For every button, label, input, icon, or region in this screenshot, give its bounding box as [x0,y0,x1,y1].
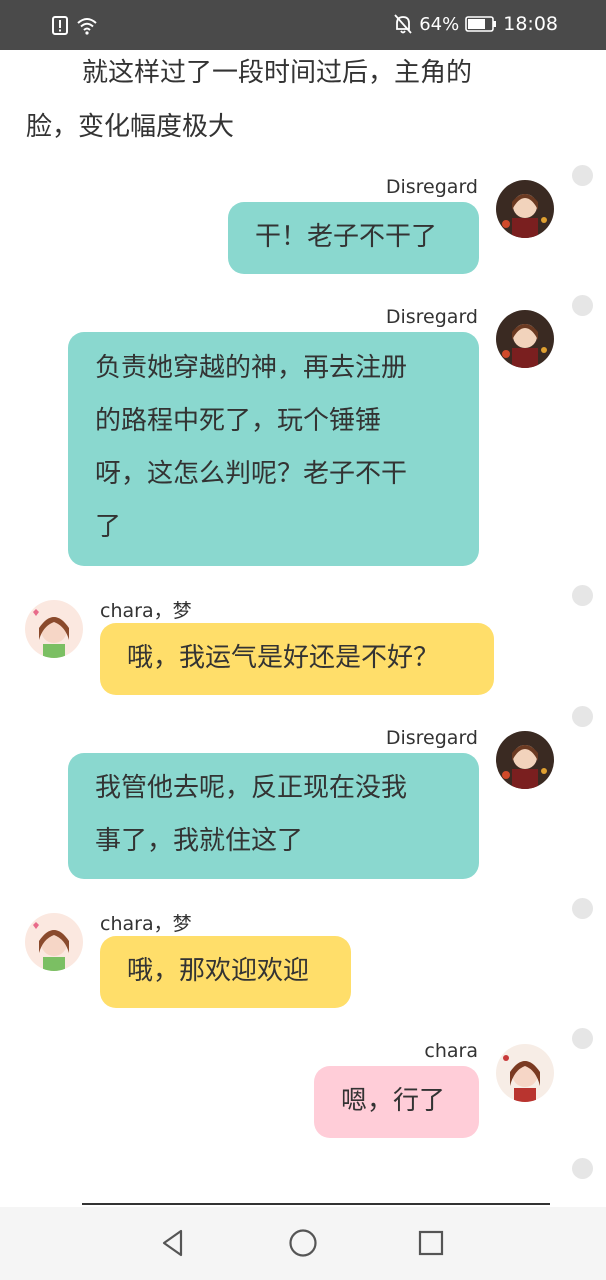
narration-line-1: 就这样过了一段时间过后，主角的 [82,58,473,88]
status-right: 64% 18:08 [393,13,558,35]
avatar-disregard[interactable] [496,180,554,238]
battery-icon [465,16,497,32]
message-bubble[interactable]: 嗯，行了 [314,1066,479,1138]
mute-bell-icon [394,14,412,34]
sender-name: chara [424,1040,478,1062]
select-dot[interactable] [572,295,593,316]
select-dot[interactable] [572,585,593,606]
back-button[interactable] [157,1227,189,1259]
message-row: chara 嗯，行了 [0,1028,606,1144]
message-row: Disregard 我管他去呢，反正现在没我 事了，我就住这了 [0,706,606,886]
clock: 18:08 [503,13,558,35]
avatar-disregard[interactable] [496,731,554,789]
select-dot[interactable] [572,1028,593,1049]
battery-percent: 64% [419,13,460,35]
message-bubble[interactable]: 哦，我运气是好还是不好？ [100,623,494,695]
recents-button[interactable] [415,1227,447,1259]
recents-icon [418,1230,444,1256]
message-bubble[interactable]: 干！老子不干了 [228,202,479,274]
sender-name: Disregard [385,727,478,749]
sender-name: chara，梦 [100,600,192,622]
narration-line-2: 脸，变化幅度极大 [26,112,235,142]
navigation-bar [0,1207,606,1280]
select-dot[interactable] [572,165,593,186]
sender-name: chara，梦 [100,913,192,935]
message-row: Disregard 负责她穿越的神，再去注册 的路程中死了，玩个锤锤 呀，这怎么… [0,295,606,570]
message-row: chara，梦 哦，我运气是好还是不好？ [0,585,606,700]
select-dot[interactable] [572,1158,593,1179]
message-bubble[interactable]: 我管他去呢，反正现在没我 事了，我就住这了 [68,753,479,879]
alert-icon [52,16,68,35]
home-icon [289,1229,317,1257]
divider [82,1203,550,1205]
wifi-icon [77,18,97,35]
avatar-chara[interactable] [496,1044,554,1102]
avatar-disregard[interactable] [496,310,554,368]
home-button[interactable] [287,1227,319,1259]
select-dot[interactable] [572,898,593,919]
narration-text: 就这样过了一段时间过后，主角的 脸，变化幅度极大 [26,46,566,154]
message-bubble[interactable]: 负责她穿越的神，再去注册 的路程中死了，玩个锤锤 呀，这怎么判呢？老子不干 了 [68,332,479,566]
message-bubble[interactable]: 哦，那欢迎欢迎 [100,936,351,1008]
avatar-chara[interactable] [25,913,83,971]
status-bar: 64% 18:08 [0,0,606,50]
sender-name: Disregard [385,306,478,328]
status-left [50,14,98,36]
back-icon [162,1229,183,1257]
select-dot[interactable] [572,706,593,727]
sender-name: Disregard [385,176,478,198]
message-row: Disregard 干！老子不干了 [0,165,606,280]
message-row: chara，梦 哦，那欢迎欢迎 [0,898,606,1013]
avatar-chara[interactable] [25,600,83,658]
